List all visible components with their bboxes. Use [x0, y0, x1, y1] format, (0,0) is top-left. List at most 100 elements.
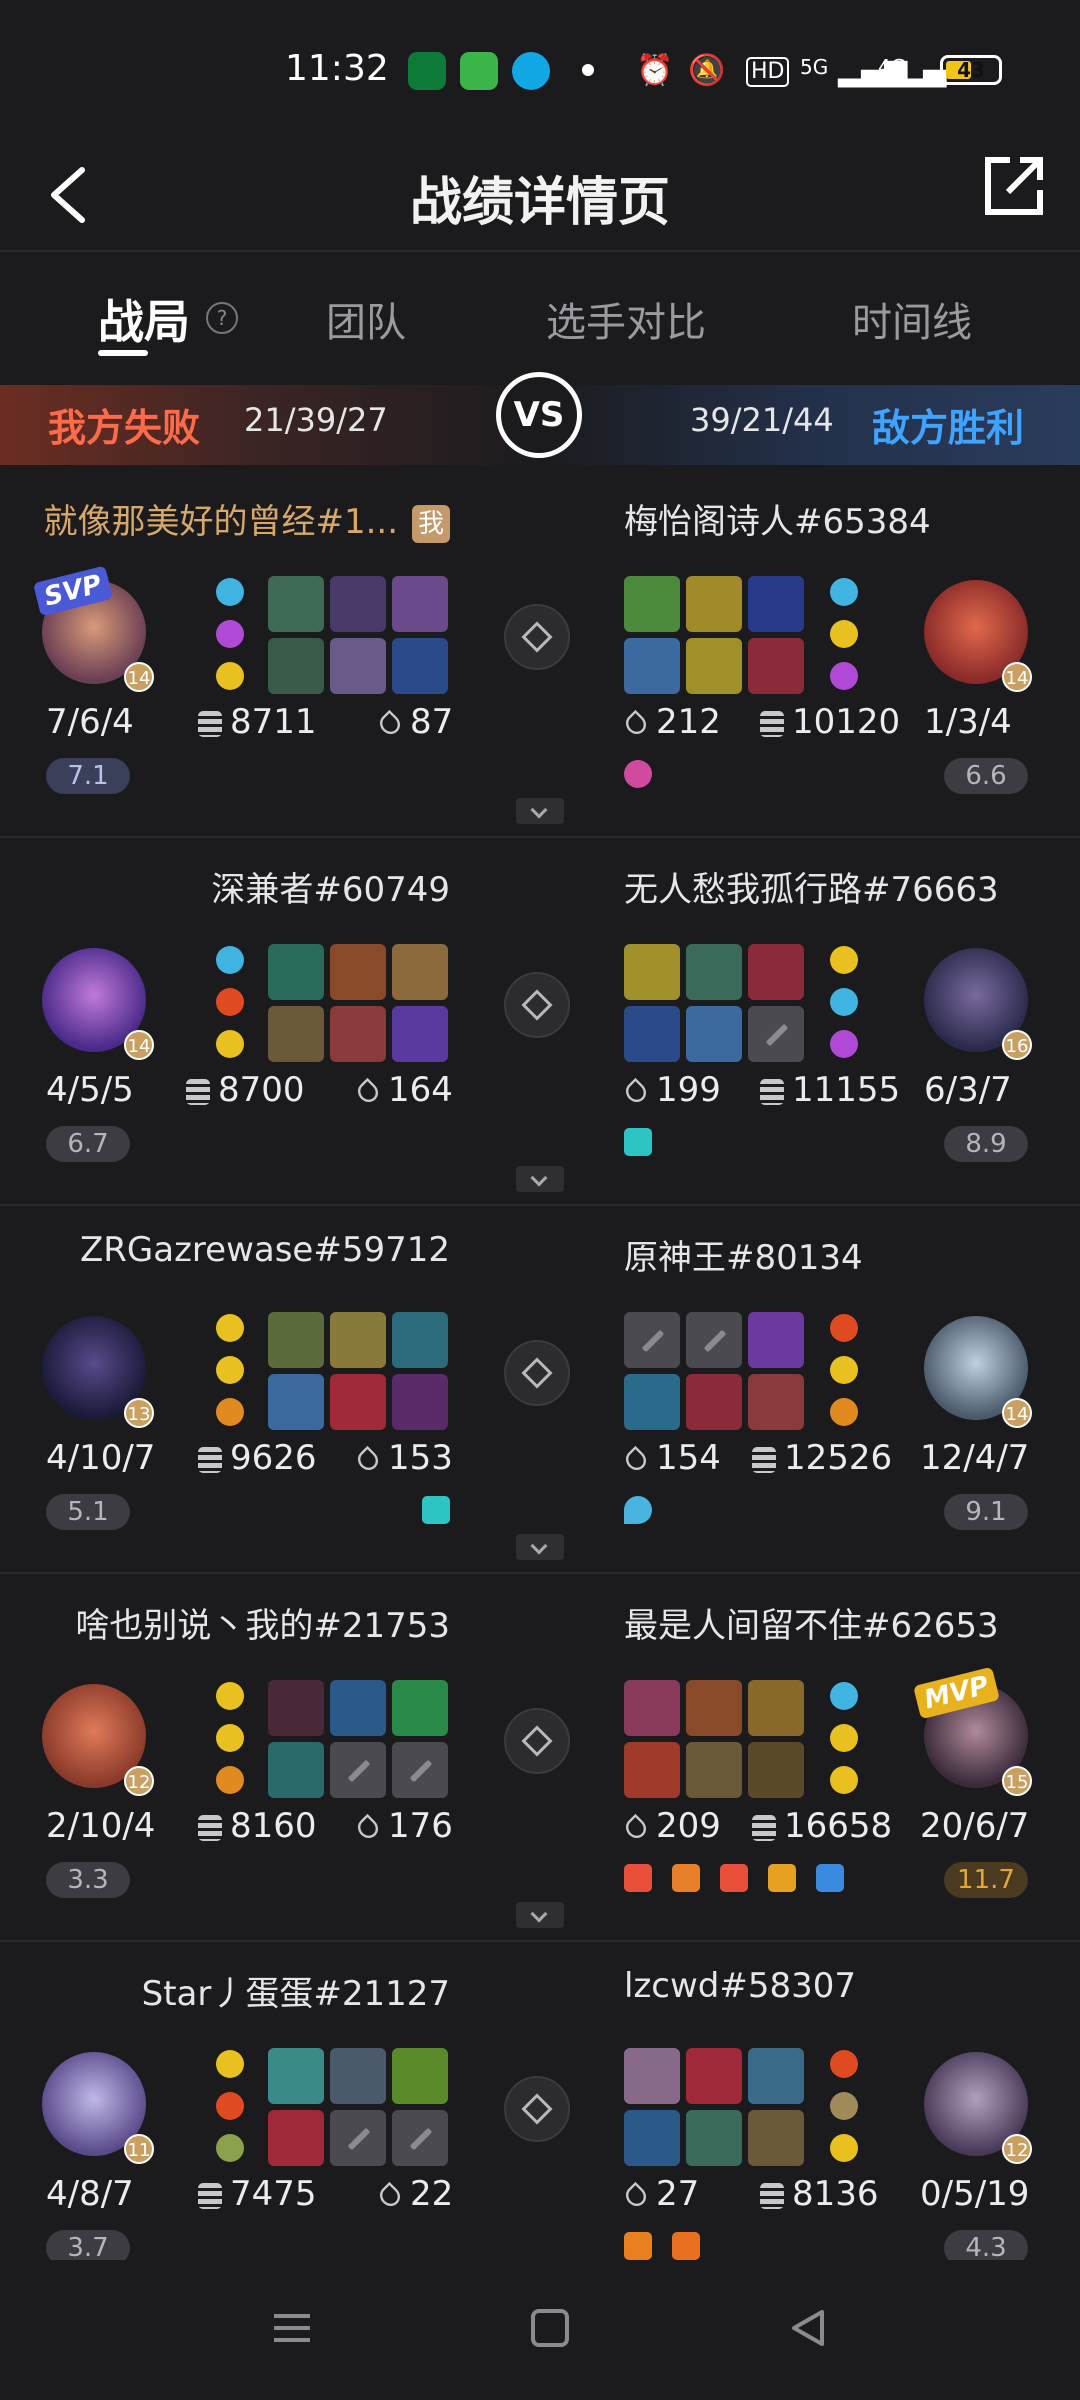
share-icon[interactable]	[980, 150, 1050, 220]
item-icon[interactable]	[748, 576, 804, 632]
player-damage: 87	[375, 702, 453, 742]
expand-chevron-icon[interactable]	[516, 1534, 564, 1560]
item-icon[interactable]	[748, 1374, 804, 1430]
player-name-right[interactable]: 最是人间留不住#62653	[624, 1598, 999, 1647]
item-icon[interactable]	[686, 1006, 742, 1062]
item-icon[interactable]	[392, 1374, 448, 1430]
rune-icon	[830, 662, 858, 690]
item-icon[interactable]	[392, 1680, 448, 1736]
item-icon[interactable]	[268, 2110, 324, 2166]
rune-icon	[216, 2050, 244, 2078]
item-icon[interactable]	[624, 2048, 680, 2104]
item-icon[interactable]	[392, 1006, 448, 1062]
item-icon[interactable]	[624, 944, 680, 1000]
item-icon[interactable]	[748, 638, 804, 694]
item-icon[interactable]	[268, 1680, 324, 1736]
player-row[interactable]: 啥也别说丶我的#21753 最是人间留不住#62653 12 2/10/4 81…	[0, 1574, 1080, 1942]
item-icon[interactable]	[268, 638, 324, 694]
back-triangle-icon[interactable]	[786, 2306, 830, 2350]
item-icon[interactable]	[686, 638, 742, 694]
item-icon[interactable]	[392, 1312, 448, 1368]
item-icon[interactable]	[686, 2048, 742, 2104]
item-icon[interactable]	[748, 944, 804, 1000]
item-icon[interactable]	[268, 1006, 324, 1062]
item-icon[interactable]	[624, 2110, 680, 2166]
item-icon[interactable]	[330, 944, 386, 1000]
vs-badge: VS	[496, 372, 582, 458]
item-icon[interactable]	[330, 2048, 386, 2104]
player-name-right[interactable]: 无人愁我孤行路#76663	[624, 862, 999, 911]
item-icon[interactable]	[268, 576, 324, 632]
player-name-right[interactable]: 梅怡阁诗人#65384	[624, 494, 931, 543]
mute-icon: 🔕	[688, 53, 726, 88]
player-kda: 4/10/7	[46, 1438, 156, 1478]
rune-icon	[216, 1356, 244, 1384]
player-row[interactable]: ZRGazrewase#59712 原神王#80134 13 4/10/7 96…	[0, 1206, 1080, 1574]
player-name-left[interactable]: Star丿蛋蛋#21127	[142, 1966, 450, 2015]
item-icon[interactable]	[686, 1374, 742, 1430]
item-icon[interactable]	[330, 576, 386, 632]
item-icon[interactable]	[748, 2048, 804, 2104]
item-icon[interactable]	[686, 576, 742, 632]
item-icon[interactable]	[330, 638, 386, 694]
page-title: 战绩详情页	[409, 173, 670, 233]
item-icon[interactable]	[748, 2110, 804, 2166]
item-icon[interactable]	[392, 2048, 448, 2104]
tower-icon	[624, 1128, 652, 1156]
item-icon[interactable]	[268, 2048, 324, 2104]
item-icon[interactable]	[686, 1742, 742, 1798]
item-icon[interactable]	[686, 2110, 742, 2166]
player-gold: 7475	[198, 2174, 317, 2214]
player-row[interactable]: 深兼者#60749 无人愁我孤行路#76663 14 4/5/5 8700 16…	[0, 838, 1080, 1206]
item-icon[interactable]	[392, 576, 448, 632]
player-name-left[interactable]: ZRGazrewase#59712	[80, 1230, 450, 1270]
player-score: 6.6	[944, 758, 1028, 794]
champion-level: 14	[124, 1030, 154, 1060]
item-icon[interactable]	[748, 1742, 804, 1798]
help-icon[interactable]: ?	[206, 302, 238, 334]
champion-level: 12	[124, 1766, 154, 1796]
item-icon[interactable]	[624, 1680, 680, 1736]
item-icon[interactable]	[748, 1312, 804, 1368]
item-icon[interactable]	[330, 1312, 386, 1368]
gold-icon	[752, 1814, 776, 1841]
item-icon[interactable]	[268, 1374, 324, 1430]
item-icon[interactable]	[392, 638, 448, 694]
tab-timeline[interactable]: 时间线	[852, 290, 972, 348]
player-name-right[interactable]: lzcwd#58307	[624, 1966, 856, 2006]
item-icon[interactable]	[624, 576, 680, 632]
damage-icon	[353, 1445, 383, 1474]
tab-team[interactable]: 团队	[326, 290, 406, 348]
item-icon[interactable]	[686, 944, 742, 1000]
item-icon[interactable]	[268, 1312, 324, 1368]
tab-player-compare[interactable]: 选手对比	[546, 290, 706, 348]
home-icon[interactable]	[528, 2306, 572, 2350]
item-icon[interactable]	[392, 944, 448, 1000]
item-icon[interactable]	[624, 638, 680, 694]
item-icon[interactable]	[330, 1006, 386, 1062]
item-icon[interactable]	[330, 1374, 386, 1430]
item-icon[interactable]	[268, 944, 324, 1000]
item-icon[interactable]	[624, 1374, 680, 1430]
item-icon[interactable]	[686, 1680, 742, 1736]
menu-icon[interactable]	[270, 2306, 314, 2350]
item-icon[interactable]	[624, 1006, 680, 1062]
player-name-left[interactable]: 啥也别说丶我的#21753	[75, 1598, 450, 1647]
item-icon[interactable]	[748, 1680, 804, 1736]
player-gold: 12526	[752, 1438, 892, 1478]
tab-battle[interactable]: 战局	[98, 286, 190, 352]
player-row[interactable]: 就像那美好的曾经#1... 我 梅怡阁诗人#65384 SVP 14 7/6/4 …	[0, 470, 1080, 838]
champion-level: 14	[124, 662, 154, 692]
champion-level: 12	[1002, 2134, 1032, 2164]
expand-chevron-icon[interactable]	[516, 1166, 564, 1192]
player-name-left[interactable]: 就像那美好的曾经#1... 我	[43, 494, 450, 543]
player-name-left[interactable]: 深兼者#60749	[211, 862, 450, 911]
expand-chevron-icon[interactable]	[516, 798, 564, 824]
player-damage: 164	[353, 1070, 453, 1110]
item-icon[interactable]	[330, 1680, 386, 1736]
expand-chevron-icon[interactable]	[516, 1902, 564, 1928]
player-row[interactable]: Star丿蛋蛋#21127 lzcwd#58307 11 4/8/7 7475 …	[0, 1942, 1080, 2268]
item-icon[interactable]	[268, 1742, 324, 1798]
item-icon[interactable]	[624, 1742, 680, 1798]
player-name-right[interactable]: 原神王#80134	[624, 1230, 863, 1279]
